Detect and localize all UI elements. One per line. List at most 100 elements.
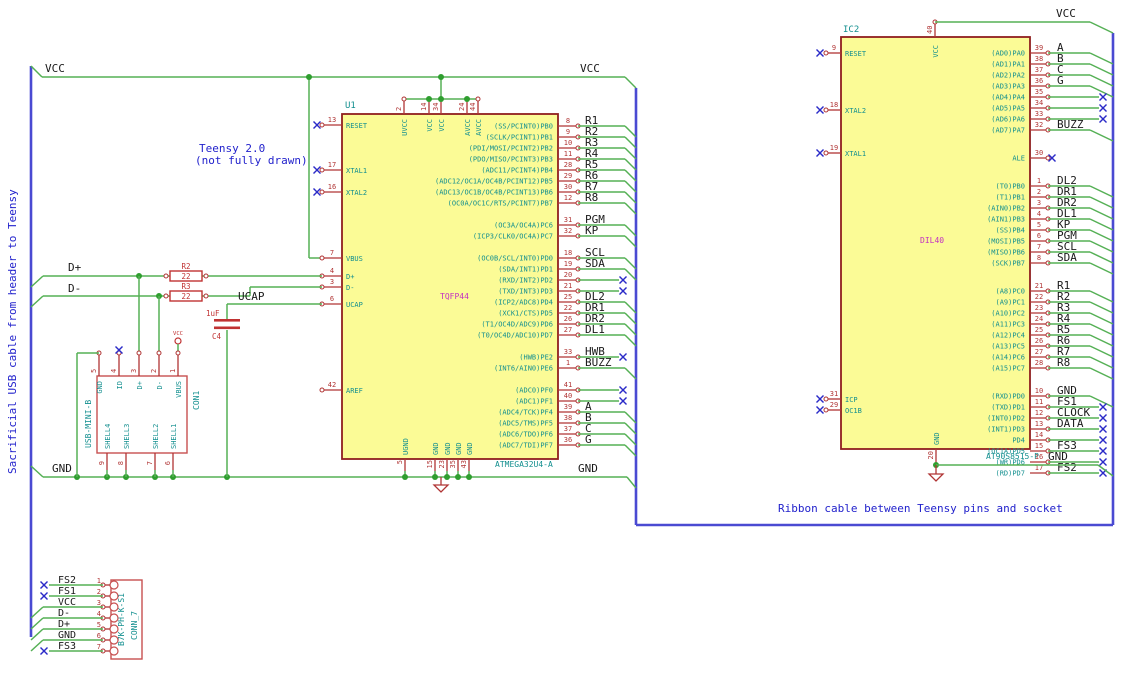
pin-number: 2 xyxy=(97,588,101,596)
net-label: BUZZ xyxy=(585,356,612,369)
wire xyxy=(624,268,637,281)
net-label: D+ xyxy=(68,261,82,274)
pin-name: UGND xyxy=(402,438,410,455)
net-label: UCAP xyxy=(238,290,265,303)
wire xyxy=(30,465,44,478)
pin-name: (ADC7/TDI)PF7 xyxy=(498,442,553,450)
pin-number: 30 xyxy=(564,183,572,191)
wire xyxy=(1089,207,1114,220)
pin-number: 3 xyxy=(97,599,101,607)
pin-number: 39 xyxy=(1035,44,1043,52)
pin-terminal xyxy=(823,50,829,56)
pin-name: VBUS xyxy=(346,255,363,263)
junction-dot xyxy=(432,474,438,480)
pin-number: 15 xyxy=(1035,442,1043,450)
pin-name: (ADC13/OC1B/OC4B/PCINT13)PB6 xyxy=(435,189,553,197)
wire xyxy=(1089,229,1114,242)
net-label: DL1 xyxy=(585,323,605,336)
net-label: SDA xyxy=(1057,251,1077,264)
resistor-value: 22 xyxy=(181,292,190,301)
pin-name: XTAL2 xyxy=(346,189,367,197)
pin-name: AVCC xyxy=(464,119,472,136)
pin-number: 29 xyxy=(830,401,838,409)
pin-name: (SS)PB4 xyxy=(995,227,1025,235)
pin-number: 18 xyxy=(564,249,572,257)
pin-number: 24 xyxy=(458,103,466,111)
pin-name: (AD3)PA3 xyxy=(991,83,1025,91)
pin-name: GND xyxy=(96,381,104,394)
pin-number: 22 xyxy=(564,304,572,312)
pin-number: 39 xyxy=(564,403,572,411)
pin-number: 21 xyxy=(1035,282,1043,290)
pin-name: (PDI/MOSI/PCINT2)PB2 xyxy=(469,145,553,153)
pin-number: 26 xyxy=(1035,337,1043,345)
conn7-pad xyxy=(109,646,119,656)
wire xyxy=(624,334,637,347)
pin-terminal xyxy=(319,255,325,261)
pin-number: 34 xyxy=(1035,99,1043,107)
wire xyxy=(624,191,637,204)
pin-name: (ADC4/TCK)PF4 xyxy=(498,409,553,417)
pin-name: (ADC1)PF1 xyxy=(515,398,553,406)
pin-name: (MISO)PB6 xyxy=(987,249,1025,257)
junction-dot xyxy=(466,474,472,480)
pin-number: 40 xyxy=(926,26,934,34)
resistor-ref: R2 xyxy=(181,262,190,271)
pin-number: 5 xyxy=(97,621,101,629)
pin-name: (RXD/INT2)PD2 xyxy=(498,277,553,285)
pin-number: 23 xyxy=(438,460,446,468)
pin-number: 37 xyxy=(1035,66,1043,74)
wire xyxy=(1089,218,1114,231)
pin-name: (INT6/AIN0)PE6 xyxy=(494,365,553,373)
pin-number: 11 xyxy=(564,150,572,158)
net-label: GND xyxy=(1048,450,1068,463)
pin-number: 13 xyxy=(1035,420,1043,428)
pin-name: (TXD/INT3)PD3 xyxy=(498,288,553,296)
pin-name: (XCK1/CTS)PD5 xyxy=(498,310,553,318)
usb-ref: CON1 xyxy=(192,391,201,410)
pin-number: 5 xyxy=(396,460,404,464)
pin-terminal xyxy=(319,122,325,128)
pin-number: 8 xyxy=(566,117,570,125)
net-label: D- xyxy=(68,282,81,295)
pin-number: 32 xyxy=(564,227,572,235)
pin-number: 11 xyxy=(1035,398,1043,406)
pin-terminal xyxy=(156,350,162,356)
net-label: SDA xyxy=(585,257,605,270)
pin-name: ALE xyxy=(1012,155,1025,163)
pin-terminal xyxy=(823,150,829,156)
pin-name: (RD)PD7 xyxy=(995,470,1025,478)
pin-number: 31 xyxy=(830,390,838,398)
pin-number: 1 xyxy=(169,369,177,373)
pin-terminal xyxy=(319,387,325,393)
pin-number: 13 xyxy=(328,116,336,124)
pin-name: GND xyxy=(933,432,941,445)
pin-number: 2 xyxy=(150,369,158,373)
net-label: R8 xyxy=(585,191,598,204)
conn7-pad xyxy=(109,580,119,590)
pin-number: 28 xyxy=(564,161,572,169)
resistor-value: 22 xyxy=(181,272,190,281)
conn7-pad xyxy=(109,624,119,634)
pin-name: ICP xyxy=(845,396,858,404)
pin-name: ID xyxy=(116,381,124,389)
pin-name: (OC1A)PD5 xyxy=(987,448,1025,456)
wire xyxy=(624,433,637,446)
pin-number: 5 xyxy=(90,369,98,373)
net-label: G xyxy=(1057,74,1064,87)
pin-name: (T0/OC4D/ADC10)PD7 xyxy=(477,332,553,340)
pin-number: 1 xyxy=(1037,177,1041,185)
pin-name: D+ xyxy=(136,381,144,389)
wire xyxy=(624,235,637,248)
pin-name: (A10)PC2 xyxy=(991,310,1025,318)
pin-number: 9 xyxy=(98,461,106,465)
pin-name: (A13)PC5 xyxy=(991,343,1025,351)
pin-number: 12 xyxy=(564,194,572,202)
net-label: KP xyxy=(585,224,599,237)
pin-number: 7 xyxy=(146,461,154,465)
pin-number: 8 xyxy=(117,461,125,465)
pin-number: 16 xyxy=(1035,453,1043,461)
pin-name: (MOSI)PB5 xyxy=(987,238,1025,246)
wire xyxy=(1089,251,1114,264)
pin-number: 6 xyxy=(97,632,101,640)
